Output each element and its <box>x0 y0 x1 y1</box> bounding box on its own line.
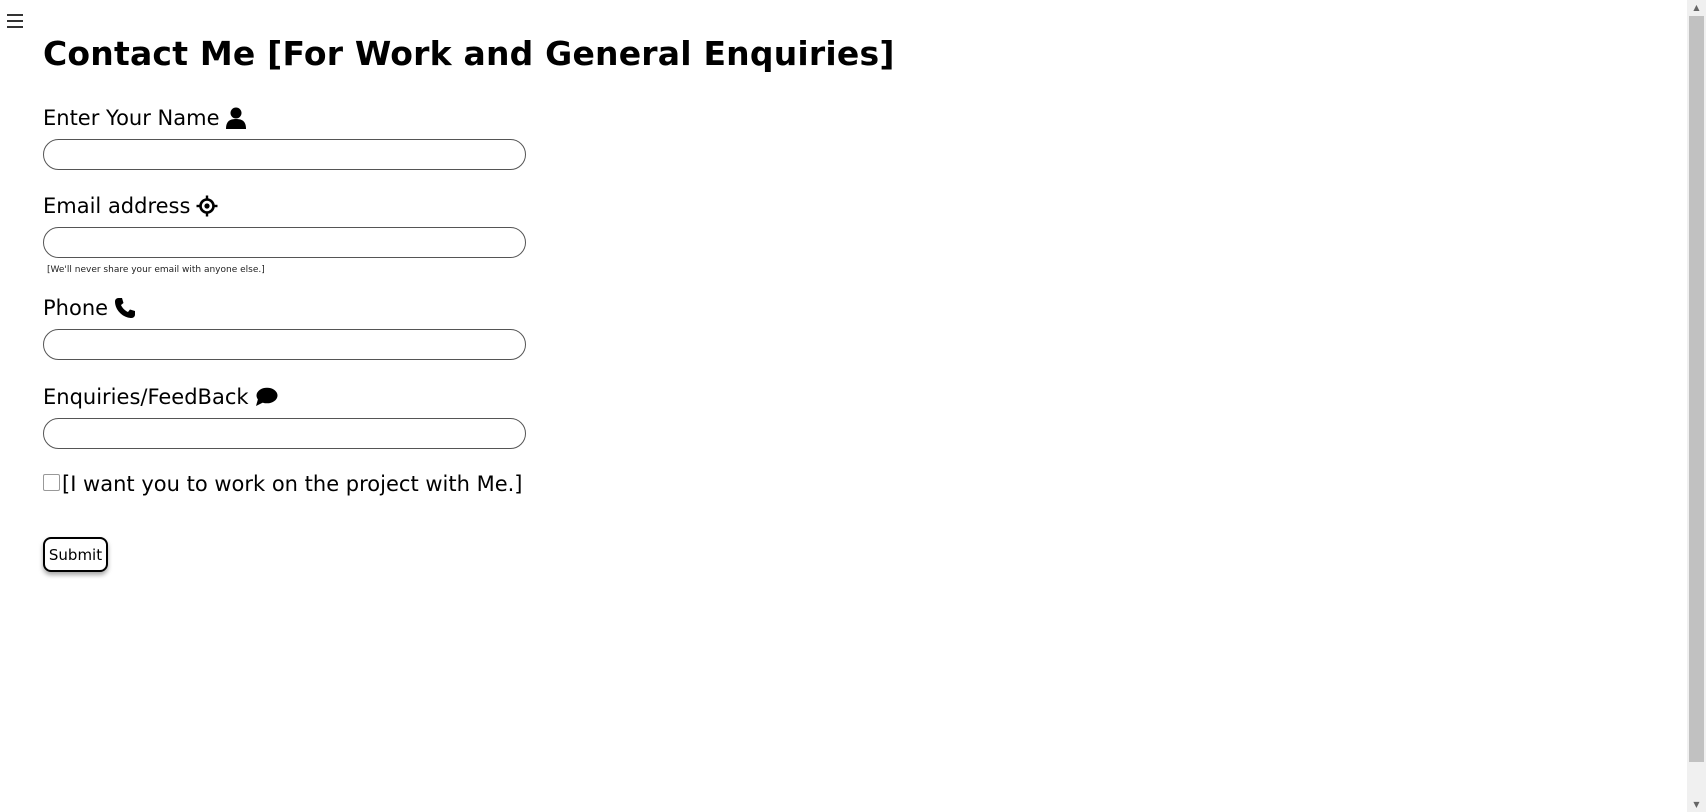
email-help-text: [We'll never share your email with anyon… <box>47 265 265 275</box>
email-field-group: Email address <box>43 192 526 258</box>
scroll-up-arrow-icon[interactable]: ▲ <box>1687 0 1706 15</box>
email-label-row: Email address <box>43 192 526 220</box>
email-label: Email address <box>43 194 191 218</box>
crosshair-icon <box>196 195 218 217</box>
menu-icon[interactable] <box>5 11 25 31</box>
name-input[interactable] <box>43 139 526 170</box>
project-checkbox[interactable] <box>43 473 60 491</box>
enquiries-label: Enquiries/FeedBack <box>43 385 249 409</box>
phone-input[interactable] <box>43 329 526 360</box>
project-checkbox-row: [I want you to work on the project with … <box>43 472 523 496</box>
scroll-down-arrow-icon[interactable]: ▼ <box>1687 797 1706 812</box>
email-input[interactable] <box>43 227 526 258</box>
user-icon <box>225 107 246 129</box>
submit-button[interactable]: Submit <box>43 537 108 572</box>
name-label: Enter Your Name <box>43 106 220 130</box>
project-checkbox-label[interactable]: [I want you to work on the project with … <box>62 472 523 496</box>
vertical-scrollbar[interactable]: ▲ ▼ <box>1687 0 1706 812</box>
name-field-group: Enter Your Name <box>43 104 526 170</box>
enquiries-field-group: Enquiries/FeedBack <box>43 383 526 449</box>
enquiries-input[interactable] <box>43 418 526 449</box>
comment-icon <box>255 387 278 407</box>
contact-page: Contact Me [For Work and General Enquiri… <box>0 0 1706 812</box>
phone-label-row: Phone <box>43 294 526 322</box>
phone-label: Phone <box>43 296 109 320</box>
enquiries-label-row: Enquiries/FeedBack <box>43 383 526 411</box>
scrollbar-thumb[interactable] <box>1689 16 1704 762</box>
phone-icon <box>114 297 136 319</box>
name-label-row: Enter Your Name <box>43 104 526 132</box>
phone-field-group: Phone <box>43 294 526 360</box>
page-title: Contact Me [For Work and General Enquiri… <box>43 34 895 73</box>
